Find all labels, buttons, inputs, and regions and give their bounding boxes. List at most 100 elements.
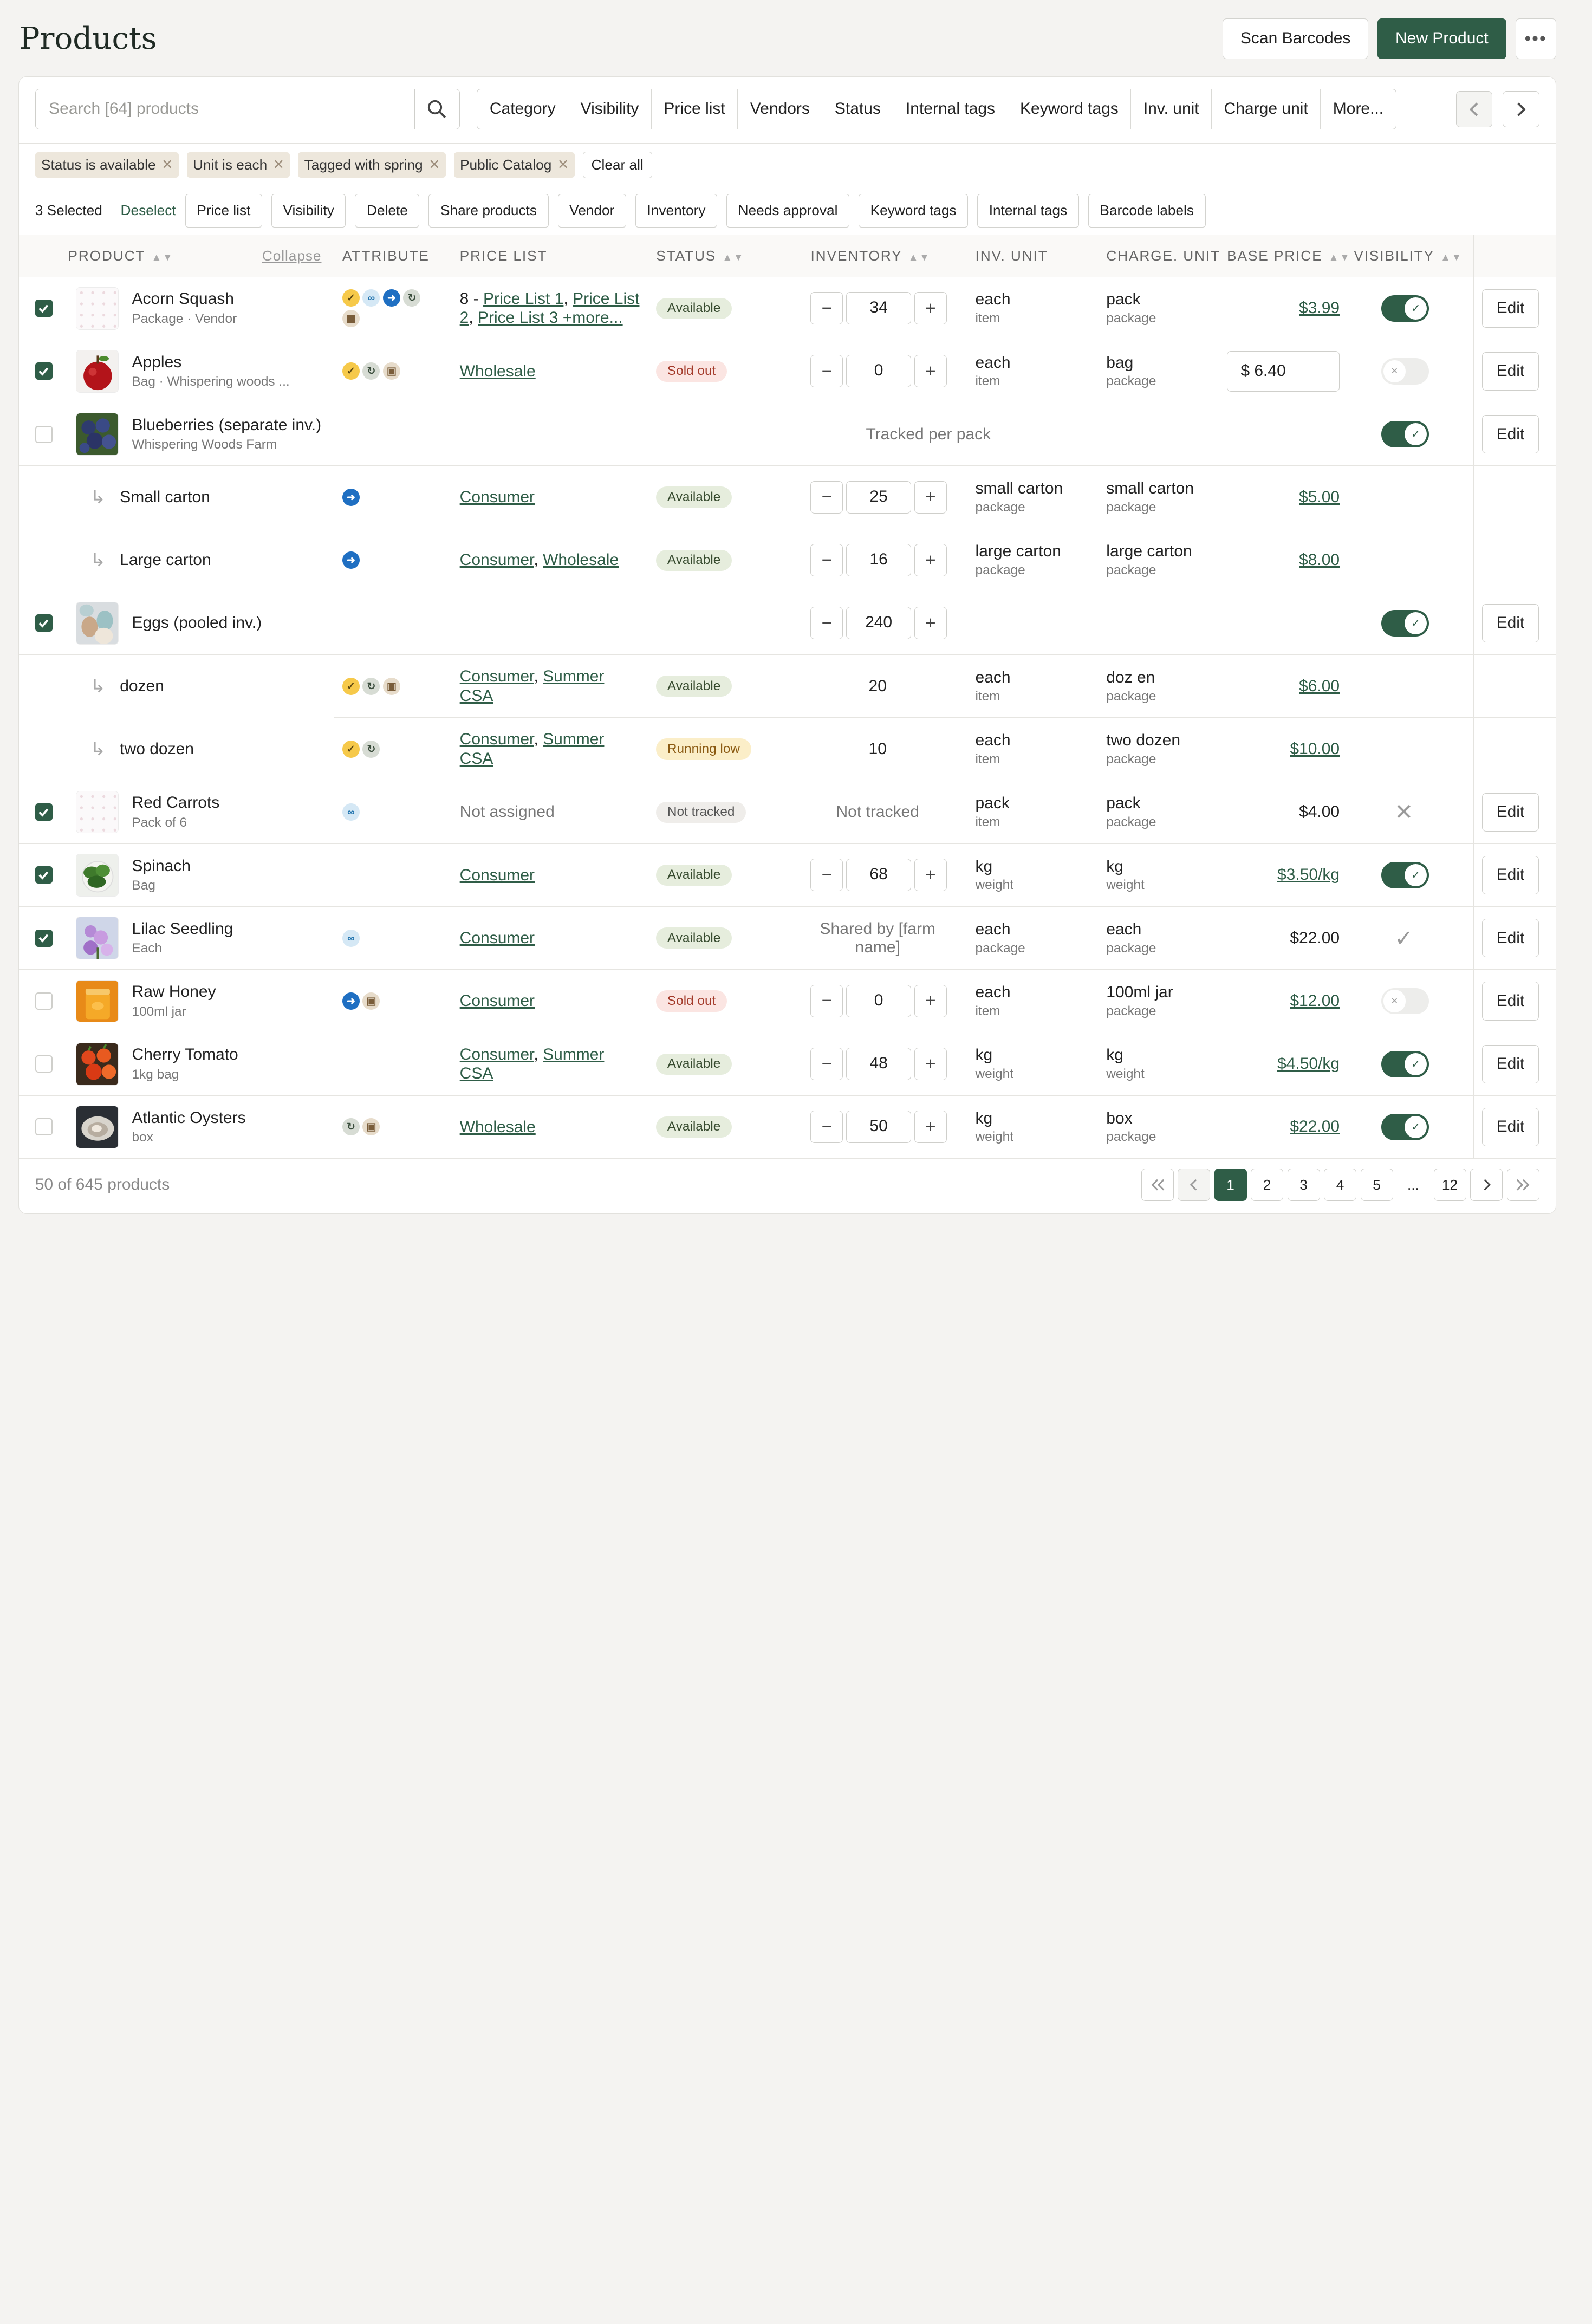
filter-charge-unit[interactable]: Charge unit bbox=[1212, 89, 1321, 129]
edit-button[interactable]: Edit bbox=[1481, 603, 1539, 642]
edit-button[interactable]: Edit bbox=[1481, 1107, 1539, 1146]
visibility-toggle[interactable]: ✓ bbox=[1381, 862, 1429, 888]
price-list-link[interactable]: Wholesale bbox=[460, 1118, 536, 1136]
price-list-link[interactable]: Price List 3 +more... bbox=[478, 309, 623, 327]
edit-button[interactable]: Edit bbox=[1481, 1044, 1539, 1083]
base-price-link[interactable]: $3.99 bbox=[1299, 299, 1340, 317]
page-3-button[interactable]: 3 bbox=[1287, 1169, 1320, 1202]
bulk-internal-tags-button[interactable]: Internal tags bbox=[977, 193, 1079, 228]
visibility-toggle[interactable]: ✓ bbox=[1381, 610, 1429, 637]
decrement-button[interactable]: − bbox=[810, 1111, 843, 1144]
increment-button[interactable]: + bbox=[914, 292, 947, 325]
last-page-button[interactable] bbox=[1506, 1169, 1539, 1202]
row-checkbox[interactable] bbox=[35, 992, 53, 1010]
row-checkbox[interactable] bbox=[35, 803, 53, 821]
increment-button[interactable]: + bbox=[914, 607, 947, 640]
col-status[interactable]: STATUS ▲▼ bbox=[648, 235, 803, 277]
inventory-input[interactable]: 240 bbox=[846, 607, 912, 640]
product-cell[interactable]: Spinach Bag bbox=[76, 854, 327, 897]
inventory-input[interactable]: 0 bbox=[846, 984, 912, 1017]
search-box[interactable]: Search [64] products bbox=[35, 89, 460, 130]
decrement-button[interactable]: − bbox=[810, 1048, 843, 1081]
row-checkbox[interactable] bbox=[35, 929, 53, 947]
edit-button[interactable]: Edit bbox=[1481, 855, 1539, 894]
bulk-visibility-button[interactable]: Visibility bbox=[271, 193, 346, 228]
table-row[interactable]: Eggs (pooled inv.) −240 + ✓ Edit bbox=[18, 592, 1556, 655]
decrement-button[interactable]: − bbox=[810, 984, 843, 1017]
visibility-toggle[interactable]: ✓ bbox=[1381, 1050, 1429, 1077]
decrement-button[interactable]: − bbox=[810, 481, 843, 514]
prev-page-button[interactable] bbox=[1178, 1169, 1210, 1202]
product-cell[interactable]: Eggs (pooled inv.) bbox=[76, 601, 327, 645]
decrement-button[interactable]: − bbox=[810, 607, 843, 640]
table-row[interactable]: Spinach Bag Consumer Available −68 + kg weight k… bbox=[18, 843, 1556, 907]
edit-button[interactable]: Edit bbox=[1481, 982, 1539, 1021]
table-row[interactable]: Blueberries (separate inv.) Whispering Wo… bbox=[18, 403, 1556, 466]
product-cell[interactable]: Apples Bag · Whispering woods ... bbox=[76, 350, 327, 393]
increment-button[interactable]: + bbox=[914, 859, 947, 892]
row-checkbox[interactable] bbox=[35, 1118, 53, 1136]
clear-all-button[interactable]: Clear all bbox=[582, 151, 652, 178]
remove-filter-icon[interactable]: × bbox=[162, 155, 173, 174]
scan-barcodes-button[interactable]: Scan Barcodes bbox=[1223, 18, 1369, 59]
visibility-toggle[interactable]: × bbox=[1381, 358, 1429, 385]
table-row[interactable]: Atlantic Oysters box ↻ ▣ Wholesale Available −… bbox=[18, 1095, 1556, 1159]
new-product-button[interactable]: New Product bbox=[1377, 18, 1506, 59]
product-cell[interactable]: Red Carrots Pack of 6 bbox=[76, 790, 327, 834]
product-cell[interactable]: Acorn Squash Package · Vendor bbox=[76, 287, 327, 330]
price-list-link[interactable]: Consumer bbox=[460, 929, 535, 947]
inventory-input[interactable]: 16 bbox=[846, 544, 912, 577]
bulk-barcode-labels-button[interactable]: Barcode labels bbox=[1088, 193, 1206, 228]
price-list-link[interactable]: Wholesale bbox=[460, 362, 536, 380]
filter-keyword-tags[interactable]: Keyword tags bbox=[1008, 89, 1132, 129]
edit-button[interactable]: Edit bbox=[1481, 352, 1539, 391]
increment-button[interactable]: + bbox=[914, 481, 947, 514]
product-cell[interactable]: Blueberries (separate inv.) Whispering Wo… bbox=[76, 413, 327, 456]
row-checkbox[interactable] bbox=[35, 425, 53, 443]
bulk-inventory-button[interactable]: Inventory bbox=[635, 193, 718, 228]
price-list-link[interactable]: Wholesale bbox=[543, 551, 619, 569]
search-input[interactable]: Search [64] products bbox=[36, 89, 414, 129]
table-row[interactable]: Lilac Seedling Each ∞ Consumer Available Shar… bbox=[18, 906, 1556, 970]
product-cell[interactable]: Atlantic Oysters box bbox=[76, 1106, 327, 1148]
first-page-button[interactable] bbox=[1141, 1169, 1174, 1202]
row-checkbox[interactable] bbox=[35, 866, 53, 884]
row-checkbox[interactable] bbox=[35, 614, 53, 632]
base-price-link[interactable]: $10.00 bbox=[1290, 740, 1340, 758]
base-price-input[interactable]: $ 6.40 bbox=[1226, 350, 1340, 392]
page-12-button[interactable]: 12 bbox=[1433, 1169, 1466, 1202]
col-base-price[interactable]: BASE PRICE ▲▼ bbox=[1219, 235, 1350, 277]
bulk-delete-button[interactable]: Delete bbox=[355, 193, 420, 228]
filter-vendors[interactable]: Vendors bbox=[738, 89, 823, 129]
price-list-link[interactable]: Consumer bbox=[460, 667, 534, 685]
page-1-button[interactable]: 1 bbox=[1214, 1169, 1247, 1202]
col-inventory[interactable]: INVENTORY ▲▼ bbox=[802, 235, 967, 277]
table-row[interactable]: ↳ two dozen ✓ ↻ Consumer, Summer CSA Running … bbox=[19, 717, 1556, 781]
price-list-link[interactable]: Consumer bbox=[460, 488, 535, 506]
inventory-input[interactable]: 34 bbox=[846, 292, 912, 325]
next-page-button[interactable] bbox=[1470, 1169, 1503, 1202]
page-5-button[interactable]: 5 bbox=[1360, 1169, 1393, 1202]
bulk-share-products-button[interactable]: Share products bbox=[428, 193, 549, 228]
inventory-input[interactable]: 50 bbox=[846, 1111, 912, 1144]
row-checkbox[interactable] bbox=[35, 362, 53, 380]
table-row[interactable]: Acorn Squash Package · Vendor ✓ ∞ ➜ ↻ ▣ 8 - Pri… bbox=[18, 277, 1556, 340]
table-row[interactable]: Red Carrots Pack of 6 ∞ Not assigned Not tra… bbox=[18, 781, 1556, 844]
price-list-link[interactable]: Consumer bbox=[460, 551, 534, 569]
remove-filter-icon[interactable]: × bbox=[273, 155, 284, 174]
price-list-link[interactable]: Price List 1 bbox=[483, 290, 563, 308]
price-list-link[interactable]: Consumer bbox=[460, 992, 535, 1010]
price-list-link[interactable]: Consumer bbox=[460, 866, 535, 884]
decrement-button[interactable]: − bbox=[810, 355, 843, 388]
edit-button[interactable]: Edit bbox=[1481, 289, 1539, 328]
collapse-link[interactable]: Collapse bbox=[262, 248, 322, 264]
table-row[interactable]: ↳ Large carton ➜ Consumer, Wholesale Availab… bbox=[19, 529, 1556, 592]
price-list-link[interactable]: Consumer bbox=[460, 1046, 534, 1063]
increment-button[interactable]: + bbox=[914, 544, 947, 577]
filters-next-button[interactable] bbox=[1503, 90, 1539, 128]
search-button[interactable] bbox=[414, 89, 459, 129]
table-row[interactable]: ↳ dozen ✓ ↻ ▣ Consumer, Summer CSA Available 20… bbox=[19, 654, 1556, 718]
filter-status[interactable]: Status bbox=[822, 89, 894, 129]
table-row[interactable]: ↳ Small carton ➜ Consumer Available −25 + small… bbox=[19, 465, 1556, 529]
page-4-button[interactable]: 4 bbox=[1324, 1169, 1356, 1202]
